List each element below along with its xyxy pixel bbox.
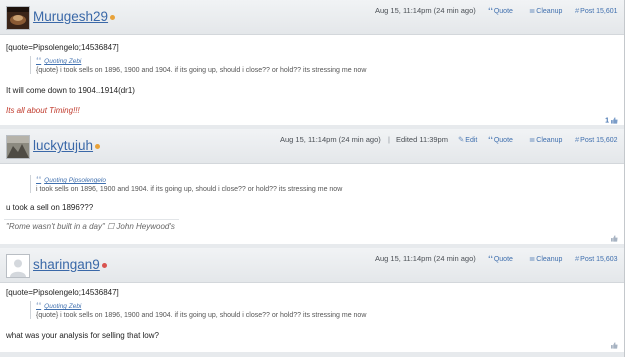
avatar[interactable] [6,135,30,159]
quote-text: {quote} i took sells on 1896, 1900 and 1… [36,312,367,319]
post-header: sharingan9 Aug 15, 11:14pm (24 min ago) … [0,248,624,283]
post-header: Murugesh29 Aug 15, 11:14pm (24 min ago) … [0,0,624,35]
avatar[interactable] [6,6,30,30]
quote-icon: ❛❛ [488,135,493,144]
post-timestamp: Aug 15, 11:14pm (24 min ago) [375,254,476,263]
online-status-icon [110,14,116,20]
quote-mark-icon: ❛❛ [36,175,42,184]
quote-block: ❛❛ Quoting Pipsolengelo i took sells on 1… [30,175,342,193]
like-count-value: 1 [605,117,609,125]
post-number-link[interactable]: #Post 15,603 [575,254,618,263]
quote-text: i took sells on 1896, 1900 and 1904. if … [36,186,343,193]
post-timestamp: Aug 15, 11:14pm (24 min ago) [375,6,476,15]
quote-raw-text: [quote=Pipsolengelo;14536847] [6,288,119,297]
cleanup-icon: ≣ [529,6,536,15]
signature-divider [4,219,179,220]
username[interactable]: Murugesh29 [33,9,116,24]
signature: "Rome wasn't built in a day" ☐ John Heyw… [6,222,175,231]
quote-author[interactable]: Quoting Pipsolengelo [44,177,106,184]
cleanup-button[interactable]: ≣Cleanup [529,254,562,263]
quote-author-link[interactable]: ❛❛ Quoting Zebi [36,301,366,310]
post-body: It will come down to 1904..1914(dr1) [6,86,135,95]
edit-label: Edit [465,137,478,144]
post-header: luckytujuh Aug 15, 11:14pm (24 min ago) … [0,129,624,164]
post-separator [0,352,624,357]
edit-icon: ✎ [458,135,465,144]
permalink-icon: # [575,6,580,15]
avatar[interactable] [6,254,30,278]
username-text[interactable]: luckytujuh [33,138,93,153]
post-body: what was your analysis for selling that … [6,331,159,340]
post-timestamp: Aug 15, 11:14pm (24 min ago) [280,135,381,144]
thumbs-up-icon[interactable] [611,235,618,242]
quote-icon: ❛❛ [488,6,493,15]
username-text[interactable]: Murugesh29 [33,9,108,24]
thread-posts: Murugesh29 Aug 15, 11:14pm (24 min ago) … [0,0,624,357]
quote-label: Quote [493,137,513,144]
like-button[interactable] [609,342,618,349]
signature: Its all about Timing!!! [6,106,80,115]
quote-mark-icon: ❛❛ [36,56,42,65]
avatar-image-icon [7,7,29,29]
quote-button[interactable]: ❛❛Quote [488,254,513,263]
online-status-icon [101,262,107,268]
quote-block: ❛❛ Quoting Zebi {quote} i took sells on 1… [30,56,366,74]
online-status-icon [95,143,101,149]
cleanup-button[interactable]: ≣Cleanup [529,6,562,15]
quote-block: ❛❛ Quoting Zebi {quote} i took sells on 1… [30,301,366,319]
permalink-icon: # [575,135,580,144]
quote-raw-text: [quote=Pipsolengelo;14536847] [6,43,119,52]
quote-author[interactable]: Quoting Zebi [44,58,81,65]
like-count[interactable]: 1 [605,117,618,124]
permalink-icon: # [575,254,580,263]
quote-mark-icon: ❛❛ [36,301,42,310]
post-15602: luckytujuh Aug 15, 11:14pm (24 min ago) … [0,129,624,244]
username-text[interactable]: sharingan9 [33,257,100,272]
edited-time: Edited 11:39pm [396,135,448,144]
post-15603: sharingan9 Aug 15, 11:14pm (24 min ago) … [0,248,624,352]
like-button[interactable] [609,235,618,242]
thumbs-up-icon[interactable] [611,342,618,349]
quote-button[interactable]: ❛❛Quote [488,135,513,144]
quote-text: {quote} i took sells on 1896, 1900 and 1… [36,67,367,74]
cleanup-icon: ≣ [529,254,536,263]
default-avatar-icon [7,255,29,277]
post-number-label: Post 15,601 [580,8,618,15]
username[interactable]: luckytujuh [33,138,101,153]
quote-author-link[interactable]: ❛❛ Quoting Pipsolengelo [36,175,342,184]
thumbs-up-icon[interactable] [611,117,618,124]
avatar-image-icon [7,136,29,158]
post-body: u took a sell on 1896??? [6,203,94,212]
post-number-link[interactable]: #Post 15,602 [575,135,618,144]
cleanup-label: Cleanup [536,256,563,263]
meta-separator: | [388,135,390,144]
username[interactable]: sharingan9 [33,257,107,272]
edit-button[interactable]: ✎Edit [458,135,477,144]
cleanup-icon: ≣ [529,135,536,144]
quote-author-link[interactable]: ❛❛ Quoting Zebi [36,56,366,65]
post-15601: Murugesh29 Aug 15, 11:14pm (24 min ago) … [0,0,624,125]
cleanup-label: Cleanup [536,137,563,144]
cleanup-button[interactable]: ≣Cleanup [529,135,562,144]
quote-label: Quote [493,256,513,263]
quote-label: Quote [493,8,513,15]
quote-icon: ❛❛ [488,254,493,263]
post-number-link[interactable]: #Post 15,601 [575,6,618,15]
quote-button[interactable]: ❛❛Quote [488,6,513,15]
cleanup-label: Cleanup [536,8,563,15]
post-number-label: Post 15,603 [580,256,618,263]
quote-author[interactable]: Quoting Zebi [44,303,81,310]
post-number-label: Post 15,602 [580,137,618,144]
